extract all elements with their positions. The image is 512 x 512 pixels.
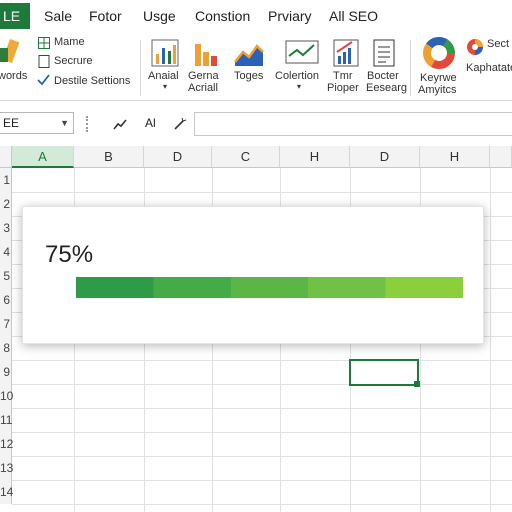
gridline	[12, 432, 512, 433]
gridline	[490, 168, 491, 512]
row-header[interactable]: 8	[0, 336, 12, 360]
progress-card: 75%	[22, 206, 484, 344]
page-icon	[38, 55, 50, 68]
row-header[interactable]: 11	[0, 408, 12, 432]
file-tab[interactable]: LE	[0, 3, 30, 29]
row-header[interactable]: 3	[0, 216, 12, 240]
gridline	[12, 504, 512, 505]
menu-item-prviary[interactable]: Prviary	[268, 8, 312, 24]
row-header[interactable]: 9	[0, 360, 12, 384]
tool-sub-bocter: Eesearg	[366, 82, 407, 94]
column-header-c[interactable]: C	[212, 146, 280, 168]
progress-percent-label: 75%	[45, 241, 94, 268]
tool-sub-anaial: ▾	[163, 82, 168, 91]
ribbon-separator	[410, 40, 411, 96]
ribbon-item-mame[interactable]: Mame	[54, 36, 85, 48]
tool-sub-keyrwe: Amyitcs	[418, 84, 457, 96]
row-header[interactable]: 4	[0, 240, 12, 264]
trend-chart-icon[interactable]	[285, 38, 319, 68]
menu-item-all-seo[interactable]: All SEO	[329, 8, 378, 24]
menu-item-sale[interactable]: Sale	[44, 8, 72, 24]
tool-sub-colertion: ▾	[297, 82, 302, 91]
menu-item-constion[interactable]: Constion	[195, 8, 250, 24]
column-header-d[interactable]: D	[144, 146, 212, 168]
gridline	[12, 456, 512, 457]
ribbon: words Mame Secrure Destile Settions Anai…	[0, 34, 512, 101]
formula-input[interactable]	[194, 112, 512, 136]
tool-label-toges[interactable]: Toges	[234, 70, 263, 82]
progress-track	[76, 277, 463, 298]
column-header-h2[interactable]: H	[420, 146, 490, 168]
ribbon-label-words[interactable]: words	[0, 70, 27, 82]
column-header-a[interactable]: A	[12, 146, 74, 168]
gridline	[12, 480, 512, 481]
bar-chart-icon[interactable]	[192, 38, 222, 68]
row-header[interactable]: 5	[0, 264, 12, 288]
row-header[interactable]: 10	[0, 384, 13, 408]
column-header-d2[interactable]: D	[350, 146, 420, 168]
ribbon-label-sect[interactable]: Sect	[487, 38, 509, 50]
tool-label-gerna[interactable]: Gerna	[188, 70, 219, 82]
color-wheel-icon[interactable]	[466, 38, 484, 56]
column-header-extra[interactable]	[490, 146, 512, 168]
formula-bar: EE ▼ Al	[0, 108, 512, 138]
row-header[interactable]: 1	[0, 168, 12, 192]
name-box-value: EE	[3, 116, 20, 130]
ribbon-item-secrure[interactable]: Secrure	[54, 55, 93, 67]
growth-chart-icon[interactable]	[332, 38, 362, 68]
gridline	[12, 408, 512, 409]
row-header[interactable]: 12	[0, 432, 13, 456]
select-all-corner[interactable]	[0, 146, 12, 168]
menu-bar: LE Sale Fotor Usge Constion Prviary All …	[0, 0, 512, 34]
column-header-b[interactable]: B	[74, 146, 144, 168]
ribbon-separator	[140, 40, 141, 96]
pencil-icon[interactable]	[0, 38, 24, 66]
line-chart-icon[interactable]	[150, 38, 180, 68]
fx-label[interactable]: Al	[145, 116, 156, 130]
row-header[interactable]: 14	[0, 480, 13, 504]
trend-arrow-icon[interactable]	[113, 118, 127, 130]
formula-bar-grip	[86, 116, 90, 132]
tool-label-kaphatate[interactable]: Kaphatate	[466, 62, 512, 74]
tool-sub-tmr: Pioper	[327, 82, 359, 94]
tool-sub-gerna: Acriall	[188, 82, 218, 94]
tool-label-bocter[interactable]: Bocter	[367, 70, 399, 82]
gridline	[12, 384, 512, 385]
row-header[interactable]: 2	[0, 192, 12, 216]
column-header-h[interactable]: H	[280, 146, 350, 168]
document-icon[interactable]	[370, 38, 400, 68]
row-header[interactable]: 6	[0, 288, 12, 312]
tool-label-colertion[interactable]: Colertion	[275, 70, 319, 82]
tool-label-anaial[interactable]: Anaial	[148, 70, 179, 82]
function-wand-icon[interactable]	[173, 117, 187, 131]
check-icon	[37, 74, 50, 86]
donut-chart-icon[interactable]	[422, 36, 456, 70]
gridline	[12, 360, 512, 361]
menu-item-fotor[interactable]: Fotor	[89, 8, 122, 24]
tool-label-keyrwe[interactable]: Keyrwe	[420, 72, 457, 84]
menu-item-usge[interactable]: Usge	[143, 8, 176, 24]
selected-cell[interactable]	[349, 359, 419, 386]
name-box[interactable]: EE ▼	[0, 112, 74, 134]
fill-handle[interactable]	[414, 381, 420, 387]
area-chart-icon[interactable]	[234, 40, 264, 70]
gridline	[12, 192, 512, 193]
progress-fill	[76, 277, 463, 298]
row-header[interactable]: 7	[0, 312, 12, 336]
tool-label-tmr[interactable]: Tmr	[333, 70, 353, 82]
chevron-down-icon[interactable]: ▼	[60, 113, 69, 133]
table-icon	[38, 37, 50, 49]
ribbon-item-destile-settions[interactable]: Destile Settions	[54, 75, 130, 87]
row-header[interactable]: 13	[0, 456, 13, 480]
